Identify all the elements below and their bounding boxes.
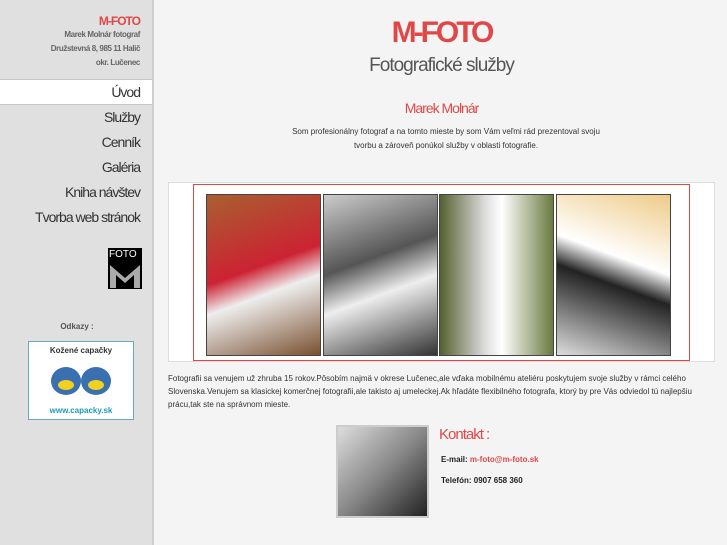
photo-gallery bbox=[168, 182, 715, 362]
site-subtitle: Fotografické služby bbox=[369, 55, 515, 76]
nav-galeria[interactable]: Galéria bbox=[0, 155, 152, 180]
gallery-photo[interactable] bbox=[323, 194, 438, 356]
gallery-photo[interactable] bbox=[556, 194, 671, 356]
banner-title: Kožené capačky bbox=[49, 346, 113, 355]
photographer-photo bbox=[336, 425, 429, 518]
phone-value: 0907 658 360 bbox=[473, 476, 523, 485]
nav-uvod[interactable]: Úvod bbox=[0, 80, 152, 105]
shoes-icon bbox=[51, 367, 111, 395]
nav-kniha-navstev[interactable]: Kniha návštev bbox=[0, 180, 152, 205]
intro-text: Som profesionálny fotograf a na tomto mi… bbox=[292, 127, 600, 150]
banner-url: www.capacky.sk bbox=[49, 406, 113, 415]
brand-block: M-FOTO Marek Molnár fotograf Družstevná … bbox=[0, 0, 152, 80]
nav-tvorba-web[interactable]: Tvorba web stránok bbox=[0, 205, 152, 230]
gallery-photo[interactable] bbox=[439, 194, 554, 356]
contact-heading: Kontakt : bbox=[439, 426, 490, 443]
brand-line: okr. Lučenec bbox=[95, 58, 141, 67]
email-label: E-mail: bbox=[441, 455, 468, 464]
email-row: E-mail: m-foto@m-foto.sk bbox=[441, 455, 539, 464]
about-text: Fotografii sa venujem už zhruba 15 rokov… bbox=[168, 374, 692, 409]
capacky-banner-link[interactable]: Kožené capačky www.capacky.sk bbox=[28, 341, 134, 420]
brand-line: Marek Molnár fotograf bbox=[64, 30, 140, 39]
email-link[interactable]: m-foto@m-foto.sk bbox=[470, 455, 539, 464]
nav-sluzby[interactable]: Služby bbox=[0, 105, 152, 130]
m-logo-icon bbox=[110, 265, 140, 288]
phone-row: Telefón: 0907 658 360 bbox=[441, 476, 523, 485]
foto-m-logo: FOTO bbox=[108, 248, 142, 289]
links-label: Odkazy : bbox=[60, 322, 94, 331]
nav-cennik[interactable]: Cenník bbox=[0, 130, 152, 155]
brand-name: M-FOTO bbox=[98, 14, 141, 28]
site-title: M-FOTO bbox=[391, 16, 495, 49]
owner-name: Marek Molnár bbox=[404, 100, 480, 116]
gallery-photo[interactable] bbox=[206, 194, 321, 356]
logo-text: FOTO bbox=[109, 249, 137, 260]
phone-label: Telefón: bbox=[441, 476, 472, 485]
brand-line: Družstevná 8, 985 11 Halič bbox=[50, 44, 141, 53]
